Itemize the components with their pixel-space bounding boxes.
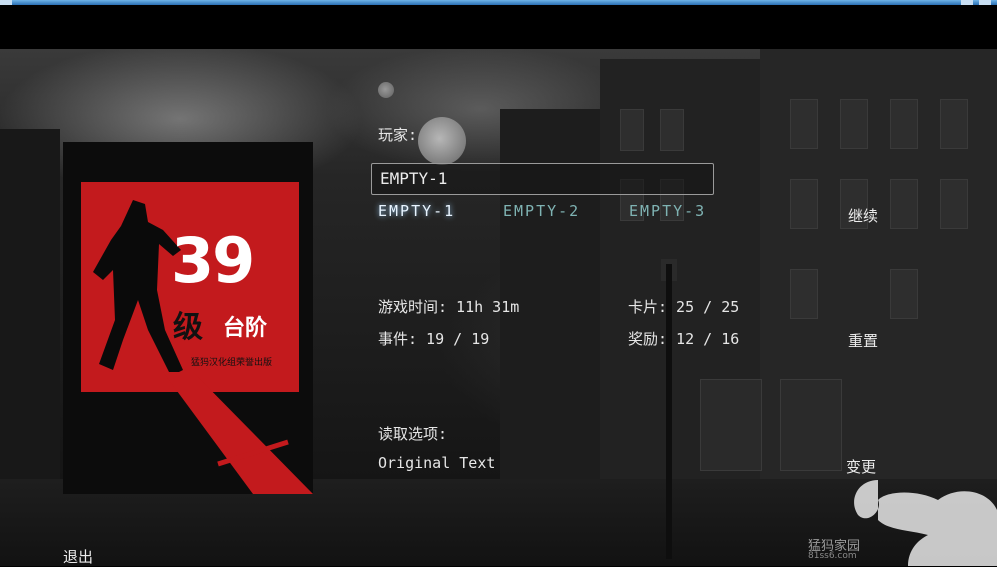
save-slot-1[interactable]: EMPTY-1 xyxy=(378,202,455,220)
silhouette-man-icon xyxy=(93,200,183,376)
window xyxy=(940,99,968,149)
reset-button[interactable]: 重置 xyxy=(848,330,878,351)
window xyxy=(790,179,818,229)
window xyxy=(940,179,968,229)
window-menu-icon[interactable] xyxy=(0,0,12,5)
cover-number: 39 xyxy=(171,224,255,297)
moon xyxy=(418,117,466,165)
mammoth-logo-icon xyxy=(854,480,997,566)
cover-title-part1: 级 xyxy=(173,310,203,345)
window xyxy=(790,269,818,319)
minimize-icon[interactable] xyxy=(961,0,973,5)
events-stat: 事件: 19 / 19 xyxy=(378,330,490,348)
window xyxy=(890,179,918,229)
watermark-site-url: 81ss6.com xyxy=(808,551,857,561)
save-slot-3[interactable]: EMPTY-3 xyxy=(629,202,706,220)
cover-publisher: 猛犸汉化组荣誉出版 xyxy=(191,358,273,368)
window xyxy=(660,109,684,151)
moon-small xyxy=(378,82,394,98)
window xyxy=(620,109,644,151)
shop-window xyxy=(780,379,842,471)
window xyxy=(790,99,818,149)
game-cover-art: 39 级 台阶 猛犸汉化组荣誉出版 xyxy=(63,142,313,494)
window-title-bar xyxy=(0,0,997,5)
rewards-stat: 奖励: 12 / 16 xyxy=(628,330,740,348)
reading-option-value[interactable]: Original Text xyxy=(378,454,495,472)
reading-options-label: 读取选项: xyxy=(378,425,448,443)
window xyxy=(890,269,918,319)
playtime-stat: 游戏时间: 11h 31m xyxy=(378,298,520,316)
cover-title-part2: 台阶 xyxy=(223,316,268,341)
window xyxy=(840,99,868,149)
continue-button[interactable]: 继续 xyxy=(848,205,878,226)
building xyxy=(0,129,60,509)
cards-stat: 卡片: 25 / 25 xyxy=(628,298,740,316)
save-slot-2[interactable]: EMPTY-2 xyxy=(503,202,580,220)
player-label: 玩家: xyxy=(378,126,418,144)
player-name-input[interactable]: EMPTY-1 xyxy=(371,163,714,195)
close-icon[interactable] xyxy=(979,0,991,5)
cover-light-beam xyxy=(163,372,313,494)
shop-window xyxy=(700,379,762,471)
exit-button[interactable]: 退出 xyxy=(63,546,93,567)
window xyxy=(890,99,918,149)
